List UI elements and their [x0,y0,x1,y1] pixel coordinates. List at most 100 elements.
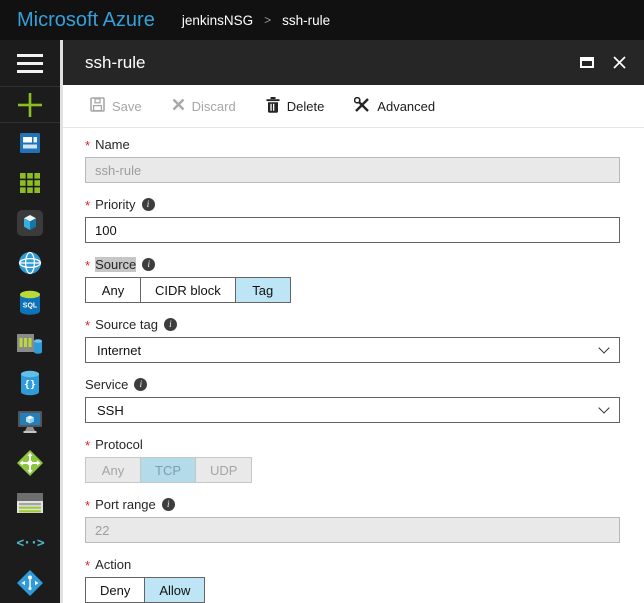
close-icon[interactable] [613,56,626,69]
priority-input[interactable] [85,217,620,243]
left-sidebar: SQL {} <··> [0,40,60,603]
info-icon[interactable] [134,377,148,391]
blade-window-controls [580,56,626,69]
maximize-icon[interactable] [580,57,594,68]
discard-icon [172,98,185,114]
command-bar: Save Discard Delete Advanced [63,85,644,128]
discard-label: Discard [191,98,236,114]
required-marker: * [85,557,91,573]
source-tag-label-row: * Source tag [85,316,620,333]
protocol-field: * Protocol Any TCP UDP [85,436,620,483]
service-label-row: Service [85,376,620,392]
service-select[interactable]: SSH [85,397,620,423]
function-apps-icon[interactable]: <··> [0,523,60,563]
info-icon[interactable] [141,197,155,211]
all-resources-icon[interactable] [0,163,60,203]
blade-header: ssh-rule [63,40,644,85]
name-label: Name [95,136,130,152]
dashboard-icon[interactable] [0,123,60,163]
breadcrumb-separator-icon: > [264,13,272,27]
blade-title: ssh-rule [85,52,146,72]
code-icon-text: <··> [16,535,44,551]
source-field: * Source Any CIDR block Tag [85,256,620,303]
name-label-row: * Name [85,136,620,153]
top-bar: Microsoft Azure jenkinsNSG > ssh-rule [0,0,644,40]
storage-accounts-icon[interactable] [0,483,60,523]
info-icon[interactable] [142,257,156,271]
virtual-networks-icon[interactable] [0,563,60,603]
app-services-icon[interactable] [0,243,60,283]
source-tag-selected-value: Internet [97,342,142,358]
priority-label: Priority [95,196,136,212]
breadcrumb-item-jenkinsnsg[interactable]: jenkinsNSG [182,13,253,28]
advanced-label: Advanced [377,98,436,114]
service-label: Service [85,376,129,392]
rule-form: * Name * Priority * Sou [63,128,644,603]
source-option-cidr-block[interactable]: CIDR block [140,277,236,303]
advanced-button[interactable]: Advanced [354,96,436,116]
action-label-row: * Action [85,556,620,573]
chevron-down-icon [598,402,610,414]
sql-databases-icon[interactable]: SQL [0,283,60,323]
priority-field: * Priority [85,196,620,243]
required-marker: * [85,497,91,513]
sql-data-warehouse-icon[interactable] [0,323,60,363]
delete-button[interactable]: Delete [266,96,325,116]
advanced-icon [354,96,370,116]
source-tag-label: Source tag [95,316,158,332]
action-field: * Action Deny Allow [85,556,620,603]
source-tag-field: * Source tag Internet [85,316,620,363]
priority-label-row: * Priority [85,196,620,213]
save-label: Save [112,98,142,114]
chevron-down-icon [598,342,610,354]
source-tag-select[interactable]: Internet [85,337,620,363]
action-label: Action [95,556,132,572]
service-field: Service SSH [85,376,620,423]
cosmos-icon-text: {} [24,380,36,391]
breadcrumb-item-ssh-rule[interactable]: ssh-rule [282,13,330,28]
sql-icon-text: SQL [23,303,38,310]
load-balancers-icon[interactable] [0,443,60,483]
action-option-allow[interactable]: Allow [144,577,206,603]
protocol-option-tcp: TCP [140,457,196,483]
virtual-machines-icon[interactable] [0,403,60,443]
hamburger-menu-icon[interactable] [0,40,60,87]
ssh-rule-blade: ssh-rule Save Discard Delete Advanced * … [63,40,644,603]
resource-groups-icon[interactable] [0,203,60,243]
source-label-row: * Source [85,256,620,273]
required-marker: * [85,137,91,153]
required-marker: * [85,197,91,213]
port-range-label: Port range [95,496,156,512]
delete-icon [266,96,280,116]
required-marker: * [85,257,91,273]
source-option-any[interactable]: Any [85,277,141,303]
delete-label: Delete [286,98,325,114]
azure-portal: Microsoft Azure jenkinsNSG > ssh-rule SQ… [0,0,644,603]
port-range-field: * Port range [85,496,620,543]
protocol-option-udp: UDP [195,457,253,483]
breadcrumb: jenkinsNSG > ssh-rule [182,13,330,28]
azure-brand[interactable]: Microsoft Azure [17,9,155,32]
source-option-tag[interactable]: Tag [234,277,291,303]
name-input [85,157,620,183]
info-icon[interactable] [161,497,175,511]
protocol-toggle-group: Any TCP UDP [85,457,253,483]
required-marker: * [85,317,91,333]
new-resource-icon[interactable] [0,87,60,123]
action-toggle-group: Deny Allow [85,577,206,603]
cosmos-db-icon[interactable]: {} [0,363,60,403]
main-area: SQL {} <··> ssh-rule Save Discard Delete… [0,40,644,603]
service-selected-value: SSH [97,402,124,418]
save-icon [90,97,105,115]
protocol-label-row: * Protocol [85,436,620,453]
name-field: * Name [85,136,620,183]
source-label: Source [95,256,137,272]
port-range-label-row: * Port range [85,496,620,513]
port-range-input [85,517,620,543]
source-toggle-group: Any CIDR block Tag [85,277,291,303]
action-option-deny[interactable]: Deny [85,577,146,603]
protocol-label: Protocol [95,436,143,452]
info-icon[interactable] [163,317,177,331]
required-marker: * [85,437,91,453]
protocol-option-any: Any [85,457,141,483]
